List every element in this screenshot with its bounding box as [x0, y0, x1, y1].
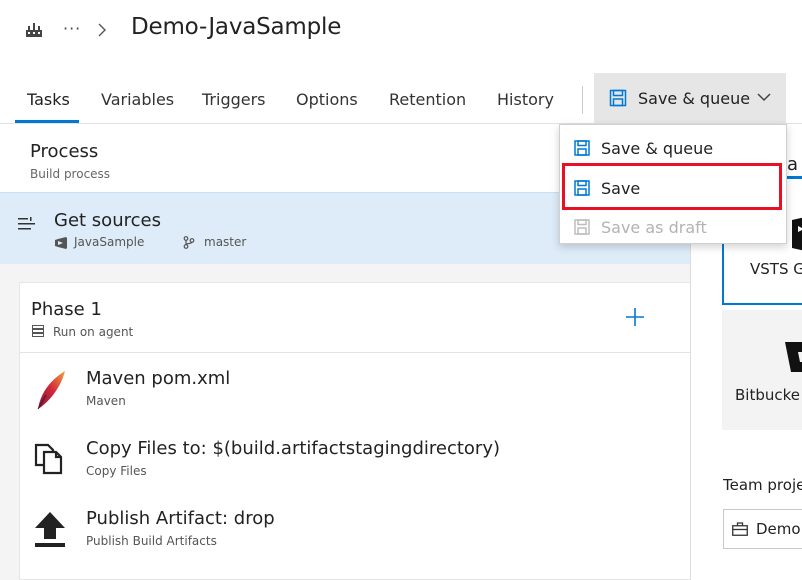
- page-header: ··· Demo-JavaSample: [0, 0, 802, 64]
- task-row-publish-artifact[interactable]: Publish Artifact: drop Publish Build Art…: [20, 493, 691, 563]
- save-and-queue-button[interactable]: Save & queue: [594, 73, 786, 123]
- tab-variables[interactable]: Variables: [101, 90, 174, 109]
- add-task-plus-icon[interactable]: [625, 307, 645, 327]
- menu-item-label: Save & queue: [601, 139, 714, 158]
- upload-arrow-icon: [34, 511, 66, 549]
- build-pipeline-icon[interactable]: [25, 20, 43, 38]
- save-icon: [574, 140, 590, 156]
- source-card-bitbucket[interactable]: Bitbucke: [722, 310, 802, 430]
- tab-options[interactable]: Options: [296, 90, 358, 109]
- maven-feather-icon: [32, 369, 68, 411]
- phase-header[interactable]: Phase 1 Run on agent: [20, 283, 691, 353]
- task-subtitle: Publish Build Artifacts: [86, 534, 217, 548]
- tab-retention[interactable]: Retention: [389, 90, 466, 109]
- chevron-down-icon: [757, 93, 771, 102]
- team-project-dropdown[interactable]: Demo: [723, 509, 802, 549]
- page-title: Demo-JavaSample: [131, 14, 342, 40]
- task-row-maven[interactable]: Maven pom.xml Maven: [20, 353, 691, 423]
- bitbucket-logo-icon: [784, 340, 802, 374]
- source-card-label: Bitbucke: [735, 386, 800, 404]
- breadcrumb-more-icon[interactable]: ···: [63, 19, 81, 38]
- task-title: Copy Files to: $(build.artifactstagingdi…: [86, 438, 500, 459]
- task-subtitle: Copy Files: [86, 464, 147, 478]
- process-subtitle: Build process: [30, 167, 111, 181]
- source-card-label: VSTS G: [750, 260, 802, 278]
- phase-subtitle: Run on agent: [53, 325, 134, 339]
- menu-item-save-and-queue[interactable]: Save & queue: [560, 128, 786, 166]
- get-sources-title: Get sources: [54, 210, 161, 231]
- task-row-copy-files[interactable]: Copy Files to: $(build.artifactstagingdi…: [20, 423, 691, 493]
- task-title: Publish Artifact: drop: [86, 508, 275, 529]
- save-icon: [609, 89, 627, 107]
- process-title: Process: [30, 141, 99, 162]
- agent-server-icon: [32, 325, 44, 337]
- tab-tasks[interactable]: Tasks: [27, 90, 70, 109]
- team-project-label: Team proje: [723, 476, 802, 494]
- project-briefcase-icon: [732, 522, 748, 536]
- phase-title: Phase 1: [31, 299, 102, 320]
- branch-name: master: [204, 235, 247, 249]
- vsts-repo-icon: [54, 237, 68, 249]
- save-and-queue-label: Save & queue: [638, 89, 751, 108]
- menu-item-label: Save as draft: [601, 218, 707, 237]
- team-project-value: Demo: [756, 520, 801, 538]
- repository-name: JavaSample: [74, 235, 145, 249]
- source-list-icon: [18, 217, 36, 231]
- tab-triggers[interactable]: Triggers: [202, 90, 266, 109]
- source-tab-label[interactable]: a: [787, 154, 798, 175]
- phase-card: Phase 1 Run on agent Maven pom.xml Maven…: [19, 282, 691, 580]
- save-icon: [574, 219, 590, 235]
- menu-item-save-as-draft: Save as draft: [560, 207, 786, 245]
- chevron-right-icon: [97, 23, 107, 37]
- task-title: Maven pom.xml: [86, 368, 231, 389]
- task-subtitle: Maven: [86, 394, 126, 408]
- copy-files-icon: [34, 443, 64, 475]
- tab-history[interactable]: History: [497, 90, 554, 109]
- branch-icon: [183, 236, 195, 249]
- toolbar-divider: [582, 86, 583, 114]
- highlight-annotation-box: [562, 163, 782, 210]
- source-tab-indicator: [787, 176, 802, 179]
